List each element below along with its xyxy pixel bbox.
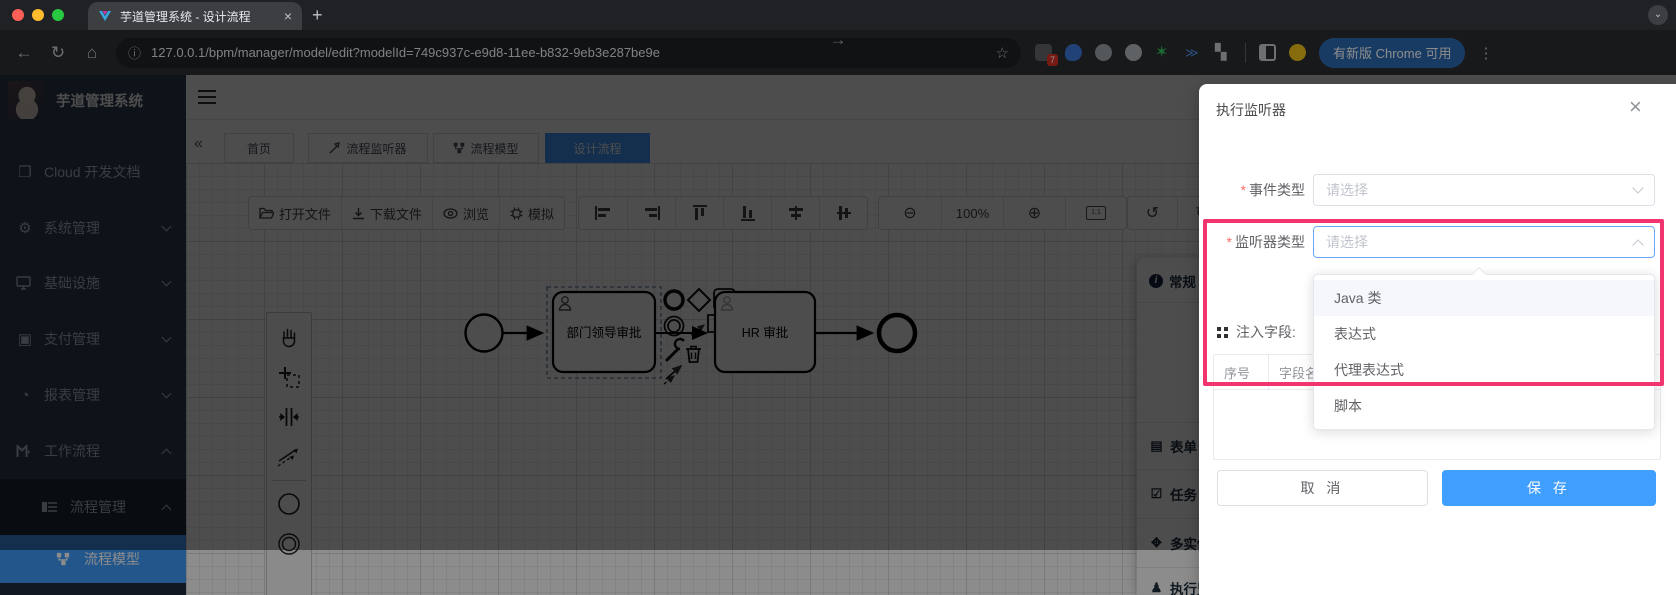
close-window-icon[interactable] (12, 9, 24, 21)
inject-fields-row: 注入字段: (1217, 322, 1296, 342)
option-script[interactable]: 脚本 (1314, 388, 1654, 424)
app: 芋道管理系统 ❐ Cloud 开发文档 ⚙ 系统管理 基础设施 ▣ 支付管理 (0, 75, 1676, 595)
tab-search-icon[interactable]: ⌄ (1648, 5, 1668, 25)
option-java-class[interactable]: Java 类 (1314, 280, 1654, 316)
dialog-title: 执行监听器 (1216, 100, 1286, 120)
new-tab-button[interactable]: + (312, 4, 323, 26)
dropdown-caret (1472, 267, 1486, 281)
favicon (98, 9, 112, 23)
required-asterisk: * (1227, 234, 1232, 250)
option-expression[interactable]: 表达式 (1314, 316, 1654, 352)
event-type-label: *事件类型 (1199, 174, 1305, 206)
save-button[interactable]: 保 存 (1442, 470, 1656, 506)
browser-tab[interactable]: 芋道管理系统 - 设计流程 × (88, 2, 302, 30)
option-delegate-expression[interactable]: 代理表达式 (1314, 352, 1654, 388)
maximize-window-icon[interactable] (52, 9, 64, 21)
browser-toolbar: ← → ↻ ⌂ ⓘ 127.0.0.1/bpm/manager/model/ed… (0, 30, 1676, 75)
listener-type-select[interactable]: 请选择 (1313, 226, 1655, 258)
listener-type-label: *监听器类型 (1199, 226, 1305, 258)
event-type-select[interactable]: 请选择 (1313, 174, 1655, 206)
chevron-up-icon (1632, 239, 1643, 250)
minimize-window-icon[interactable] (32, 9, 44, 21)
inject-fields-label: 注入字段: (1236, 322, 1296, 342)
table-header-index: 序号 (1214, 355, 1269, 389)
select-placeholder: 请选择 (1326, 232, 1634, 252)
chevron-down-icon (1632, 182, 1643, 193)
cancel-button[interactable]: 取 消 (1217, 470, 1428, 506)
execution-listener-dialog: 执行监听器 × *事件类型 请选择 *监听器类型 请选择 注入字段: (1199, 84, 1676, 595)
tab-title: 芋道管理系统 - 设计流程 (120, 8, 276, 25)
listener-type-dropdown: Java 类 表达式 代理表达式 脚本 (1313, 274, 1655, 430)
window-controls[interactable] (12, 9, 64, 21)
grid-handle-icon[interactable] (1217, 327, 1228, 338)
select-placeholder: 请选择 (1326, 180, 1634, 200)
dialog-close-icon[interactable]: × (1629, 96, 1642, 118)
screen: 芋道管理系统 - 设计流程 × + ⌄ ← → ↻ ⌂ ⓘ 127.0.0.1/… (0, 0, 1676, 595)
browser-tabstrip: 芋道管理系统 - 设计流程 × + ⌄ (0, 0, 1676, 30)
tab-close-icon[interactable]: × (284, 8, 292, 24)
required-asterisk: * (1241, 182, 1246, 198)
